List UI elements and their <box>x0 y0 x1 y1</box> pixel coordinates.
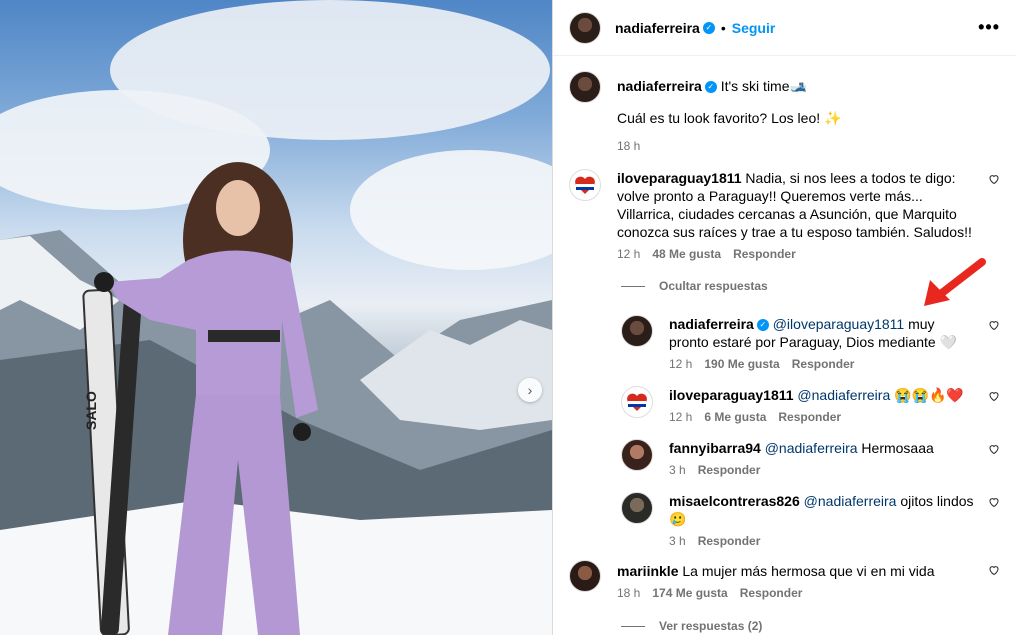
reply-username[interactable]: iloveparaguay1811 <box>669 387 794 403</box>
reply-button[interactable]: Responder <box>698 532 761 550</box>
reply-username[interactable]: nadiaferreira <box>669 316 754 332</box>
comment-username[interactable]: iloveparaguay1811 <box>617 170 742 186</box>
reply-button[interactable]: Responder <box>698 461 761 479</box>
comment-likes[interactable]: 174 Me gusta <box>652 584 727 602</box>
ski-brand-text: SALO <box>83 391 99 430</box>
avatar[interactable] <box>569 71 601 103</box>
caption-text-1: It's ski time🎿 <box>720 78 807 94</box>
avatar[interactable] <box>569 11 601 44</box>
post-photo: SALO › <box>0 0 552 635</box>
caption-time: 18 h <box>617 139 641 153</box>
comment-likes[interactable]: 48 Me gusta <box>652 245 721 263</box>
comment-list: nadiaferreira ✓ It's ski time🎿 Cuál es tu… <box>553 57 1016 635</box>
red-arrow-annotation <box>924 258 986 306</box>
reply-button[interactable]: Responder <box>733 245 796 263</box>
avatar[interactable] <box>621 315 653 347</box>
header-username[interactable]: nadiaferreira <box>615 20 700 36</box>
comment-username[interactable]: mariinkle <box>617 563 678 579</box>
avatar[interactable] <box>621 439 653 471</box>
paraguay-flag-icon <box>575 176 595 194</box>
avatar[interactable] <box>569 560 601 592</box>
like-heart-icon[interactable] <box>988 564 1000 576</box>
like-heart-icon[interactable] <box>988 319 1000 331</box>
comment-time: 12 h <box>617 247 641 261</box>
post-header: nadiaferreira ✓ • Seguir ••• <box>553 0 1016 56</box>
reply-button[interactable]: Responder <box>778 408 841 426</box>
verified-icon: ✓ <box>756 319 769 332</box>
follow-button[interactable]: Seguir <box>732 20 776 36</box>
reply-button[interactable]: Responder <box>792 355 855 373</box>
caption: nadiaferreira ✓ It's ski time🎿 Cuál es tu… <box>569 71 1000 155</box>
more-options-icon[interactable]: ••• <box>978 17 1000 38</box>
like-heart-icon[interactable] <box>988 390 1000 402</box>
reply-button[interactable]: Responder <box>740 584 803 602</box>
verified-icon: ✓ <box>702 21 715 34</box>
like-heart-icon[interactable] <box>988 173 1000 185</box>
comment-item: iloveparaguay1811 Nadia, si nos lees a t… <box>569 169 1000 263</box>
like-heart-icon[interactable] <box>988 443 1000 455</box>
comments-panel: nadiaferreira ✓ • Seguir ••• nadiaferrei… <box>552 0 1016 635</box>
next-photo-button[interactable]: › <box>518 378 542 402</box>
divider-line <box>621 285 645 287</box>
avatar[interactable] <box>621 386 653 418</box>
reply-likes[interactable]: 6 Me gusta <box>704 408 766 426</box>
avatar[interactable] <box>621 492 653 524</box>
separator-dot: • <box>720 19 726 36</box>
paraguay-flag-icon <box>627 393 647 411</box>
mention-link[interactable]: @nadiaferreira <box>804 493 897 509</box>
photo-scene: SALO <box>0 0 552 635</box>
mention-link[interactable]: @nadiaferreira <box>797 387 890 403</box>
reply-time: 3 h <box>669 534 686 548</box>
reply-item: fannyibarra94 @nadiaferreira Hermosaaa 3… <box>621 439 1000 479</box>
hide-replies-button[interactable]: Ocultar respuestas <box>621 279 768 293</box>
divider-line <box>621 625 645 627</box>
reply-username[interactable]: misaelcontreras826 <box>669 493 800 509</box>
reply-time: 12 h <box>669 357 693 371</box>
reply-likes[interactable]: 190 Me gusta <box>704 355 779 373</box>
caption-text-2: Cuál es tu look favorito? Los leo! ✨ <box>617 110 842 126</box>
caption-username[interactable]: nadiaferreira <box>617 78 702 94</box>
comment-time: 18 h <box>617 586 641 600</box>
reply-time: 12 h <box>669 410 693 424</box>
hide-replies-label: Ocultar respuestas <box>659 279 768 293</box>
mention-link[interactable]: @iloveparaguay1811 <box>773 316 905 332</box>
mention-link[interactable]: @nadiaferreira <box>765 440 858 456</box>
view-replies-label: Ver respuestas (2) <box>659 619 763 633</box>
like-heart-icon[interactable] <box>988 496 1000 508</box>
view-replies-button[interactable]: Ver respuestas (2) <box>621 619 762 633</box>
reply-username[interactable]: fannyibarra94 <box>669 440 761 456</box>
reply-item: iloveparaguay1811 @nadiaferreira 😭😭🔥❤️ 1… <box>621 386 1000 426</box>
comment-text: La mujer más hermosa que vi en mi vida <box>682 563 935 579</box>
reply-item: nadiaferreira ✓ @iloveparaguay1811 muy pr… <box>621 315 1000 373</box>
reply-time: 3 h <box>669 463 686 477</box>
comment-item: mariinkle La mujer más hermosa que vi en… <box>569 560 1000 602</box>
verified-icon: ✓ <box>704 81 717 94</box>
reply-text: 😭😭🔥❤️ <box>890 387 964 403</box>
reply-text: Hermosaaa <box>857 440 934 456</box>
reply-item: misaelcontreras826 @nadiaferreira ojitos… <box>621 492 1000 550</box>
avatar[interactable] <box>569 169 601 201</box>
